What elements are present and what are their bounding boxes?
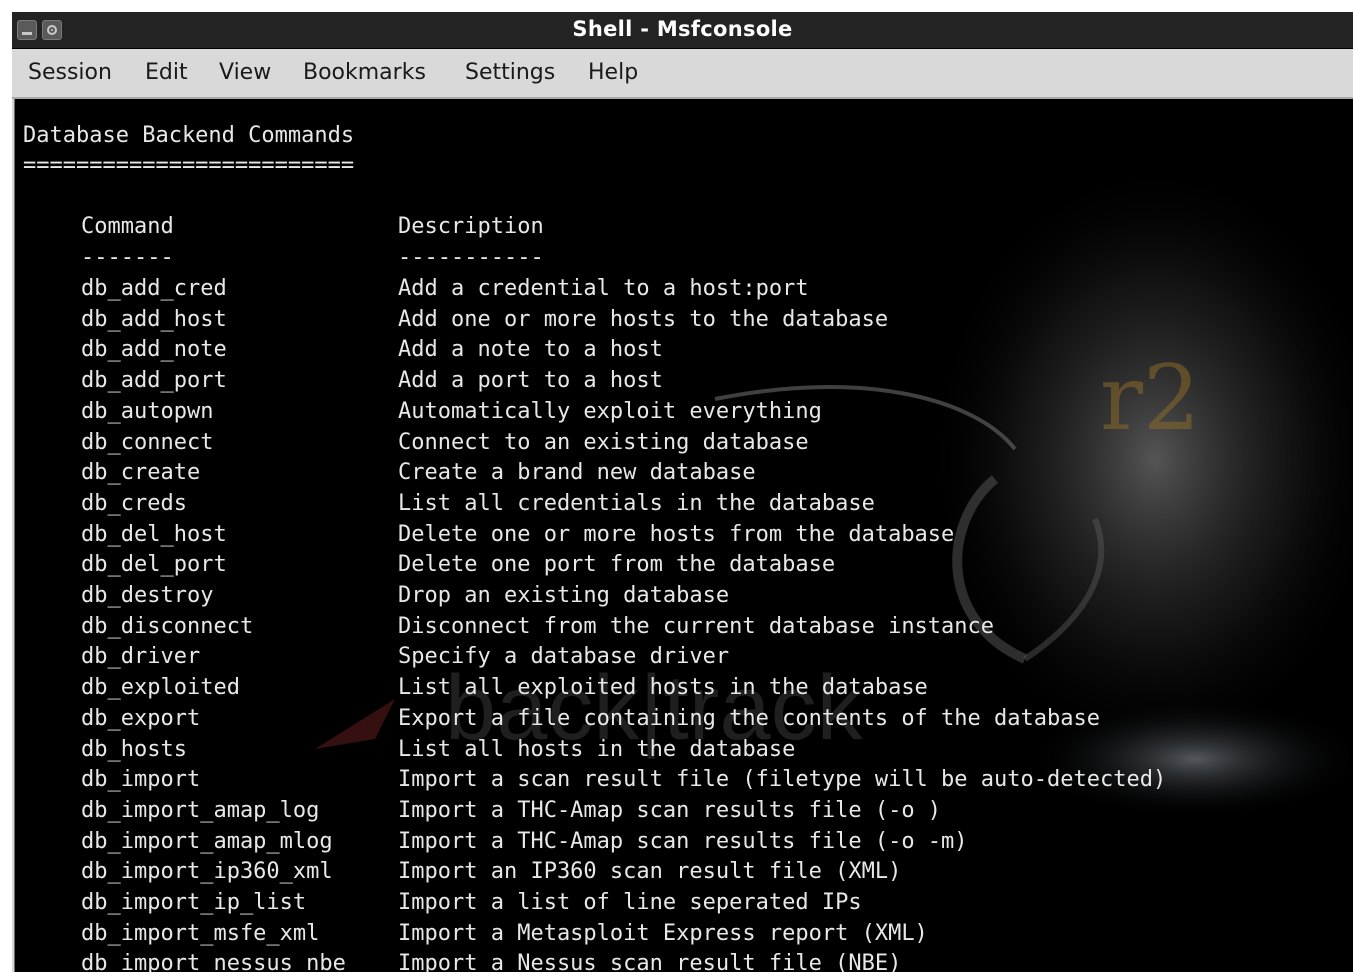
menu-bar: Session Edit View Bookmarks Settings Hel… xyxy=(12,49,1353,99)
command-description: Import an IP360 scan result file (XML) xyxy=(398,859,902,884)
menu-session[interactable]: Session xyxy=(28,49,112,97)
command-name: db_import_msfe_xml xyxy=(81,921,320,946)
terminal-window: Shell - Msfconsole Session Edit View Boo… xyxy=(12,12,1353,972)
command-description: Disconnect from the current database ins… xyxy=(398,614,995,639)
command-description: Delete one or more hosts from the databa… xyxy=(398,522,955,547)
command-description: Import a THC-Amap scan results file (-o … xyxy=(398,798,942,823)
menu-view[interactable]: View xyxy=(219,49,271,97)
command-name: db_creds xyxy=(81,491,187,516)
command-description: List all hosts in the database xyxy=(398,737,796,762)
command-name: db_del_port xyxy=(81,552,227,577)
section-heading-rule: ========================= xyxy=(23,153,355,178)
command-name: db_import_amap_log xyxy=(81,798,320,823)
command-name: db_add_note xyxy=(81,337,227,362)
command-description: Add a port to a host xyxy=(398,368,663,393)
command-description: Add a credential to a host:port xyxy=(398,276,809,301)
command-name: db_import_amap_mlog xyxy=(81,829,333,854)
command-description: Connect to an existing database xyxy=(398,430,809,455)
command-name: db_add_host xyxy=(81,307,227,332)
command-name: db_add_cred xyxy=(81,276,227,301)
command-name: db_disconnect xyxy=(81,614,254,639)
command-name: db_import_nessus_nbe xyxy=(81,951,346,972)
command-name: db_driver xyxy=(81,644,201,669)
command-name: db_add_port xyxy=(81,368,227,393)
command-name: db_create xyxy=(81,460,201,485)
command-description: Add a note to a host xyxy=(398,337,663,362)
command-name: db_export xyxy=(81,706,201,731)
command-description: Create a brand new database xyxy=(398,460,756,485)
command-name: db_import_ip360_xml xyxy=(81,859,333,884)
column-rule-command: ------- xyxy=(81,245,174,270)
menu-edit[interactable]: Edit xyxy=(145,49,188,97)
command-name: db_import_ip_list xyxy=(81,890,307,915)
command-name: db_del_host xyxy=(81,522,227,547)
command-description: List all exploited hosts in the database xyxy=(398,675,928,700)
window-title: Shell - Msfconsole xyxy=(572,17,793,41)
command-name: db_hosts xyxy=(81,737,187,762)
menu-bookmarks[interactable]: Bookmarks xyxy=(303,49,426,97)
command-description: Specify a database driver xyxy=(398,644,730,669)
column-rule-description: ----------- xyxy=(398,245,544,270)
command-name: db_exploited xyxy=(81,675,240,700)
title-bar[interactable]: Shell - Msfconsole xyxy=(12,12,1353,49)
command-description: Add one or more hosts to the database xyxy=(398,307,889,332)
command-description: Delete one port from the database xyxy=(398,552,836,577)
command-name: db_autopwn xyxy=(81,399,214,424)
command-description: Automatically exploit everything xyxy=(398,399,822,424)
command-description: Import a Metasploit Express report (XML) xyxy=(398,921,928,946)
wallpaper-r2-mark: r2 xyxy=(1100,346,1200,451)
menu-settings[interactable]: Settings xyxy=(465,49,555,97)
section-heading: Database Backend Commands xyxy=(23,123,355,148)
command-description: Drop an existing database xyxy=(398,583,730,608)
command-name: db_import xyxy=(81,767,201,792)
command-description: Import a list of line seperated IPs xyxy=(398,890,862,915)
command-description: Import a Nessus scan result file (NBE) xyxy=(398,951,902,972)
command-name: db_connect xyxy=(81,430,214,455)
column-header-description: Description xyxy=(398,214,544,239)
command-description: Import a THC-Amap scan results file (-o … xyxy=(398,829,968,854)
column-header-command: Command xyxy=(81,214,174,239)
command-description: Import a scan result file (filetype will… xyxy=(398,767,1167,792)
command-description: List all credentials in the database xyxy=(398,491,875,516)
command-name: db_destroy xyxy=(81,583,214,608)
command-description: Export a file containing the contents of… xyxy=(398,706,1100,731)
menu-help[interactable]: Help xyxy=(588,49,638,97)
terminal-output[interactable]: r2 back|track Database Backend Commands … xyxy=(14,99,1353,972)
